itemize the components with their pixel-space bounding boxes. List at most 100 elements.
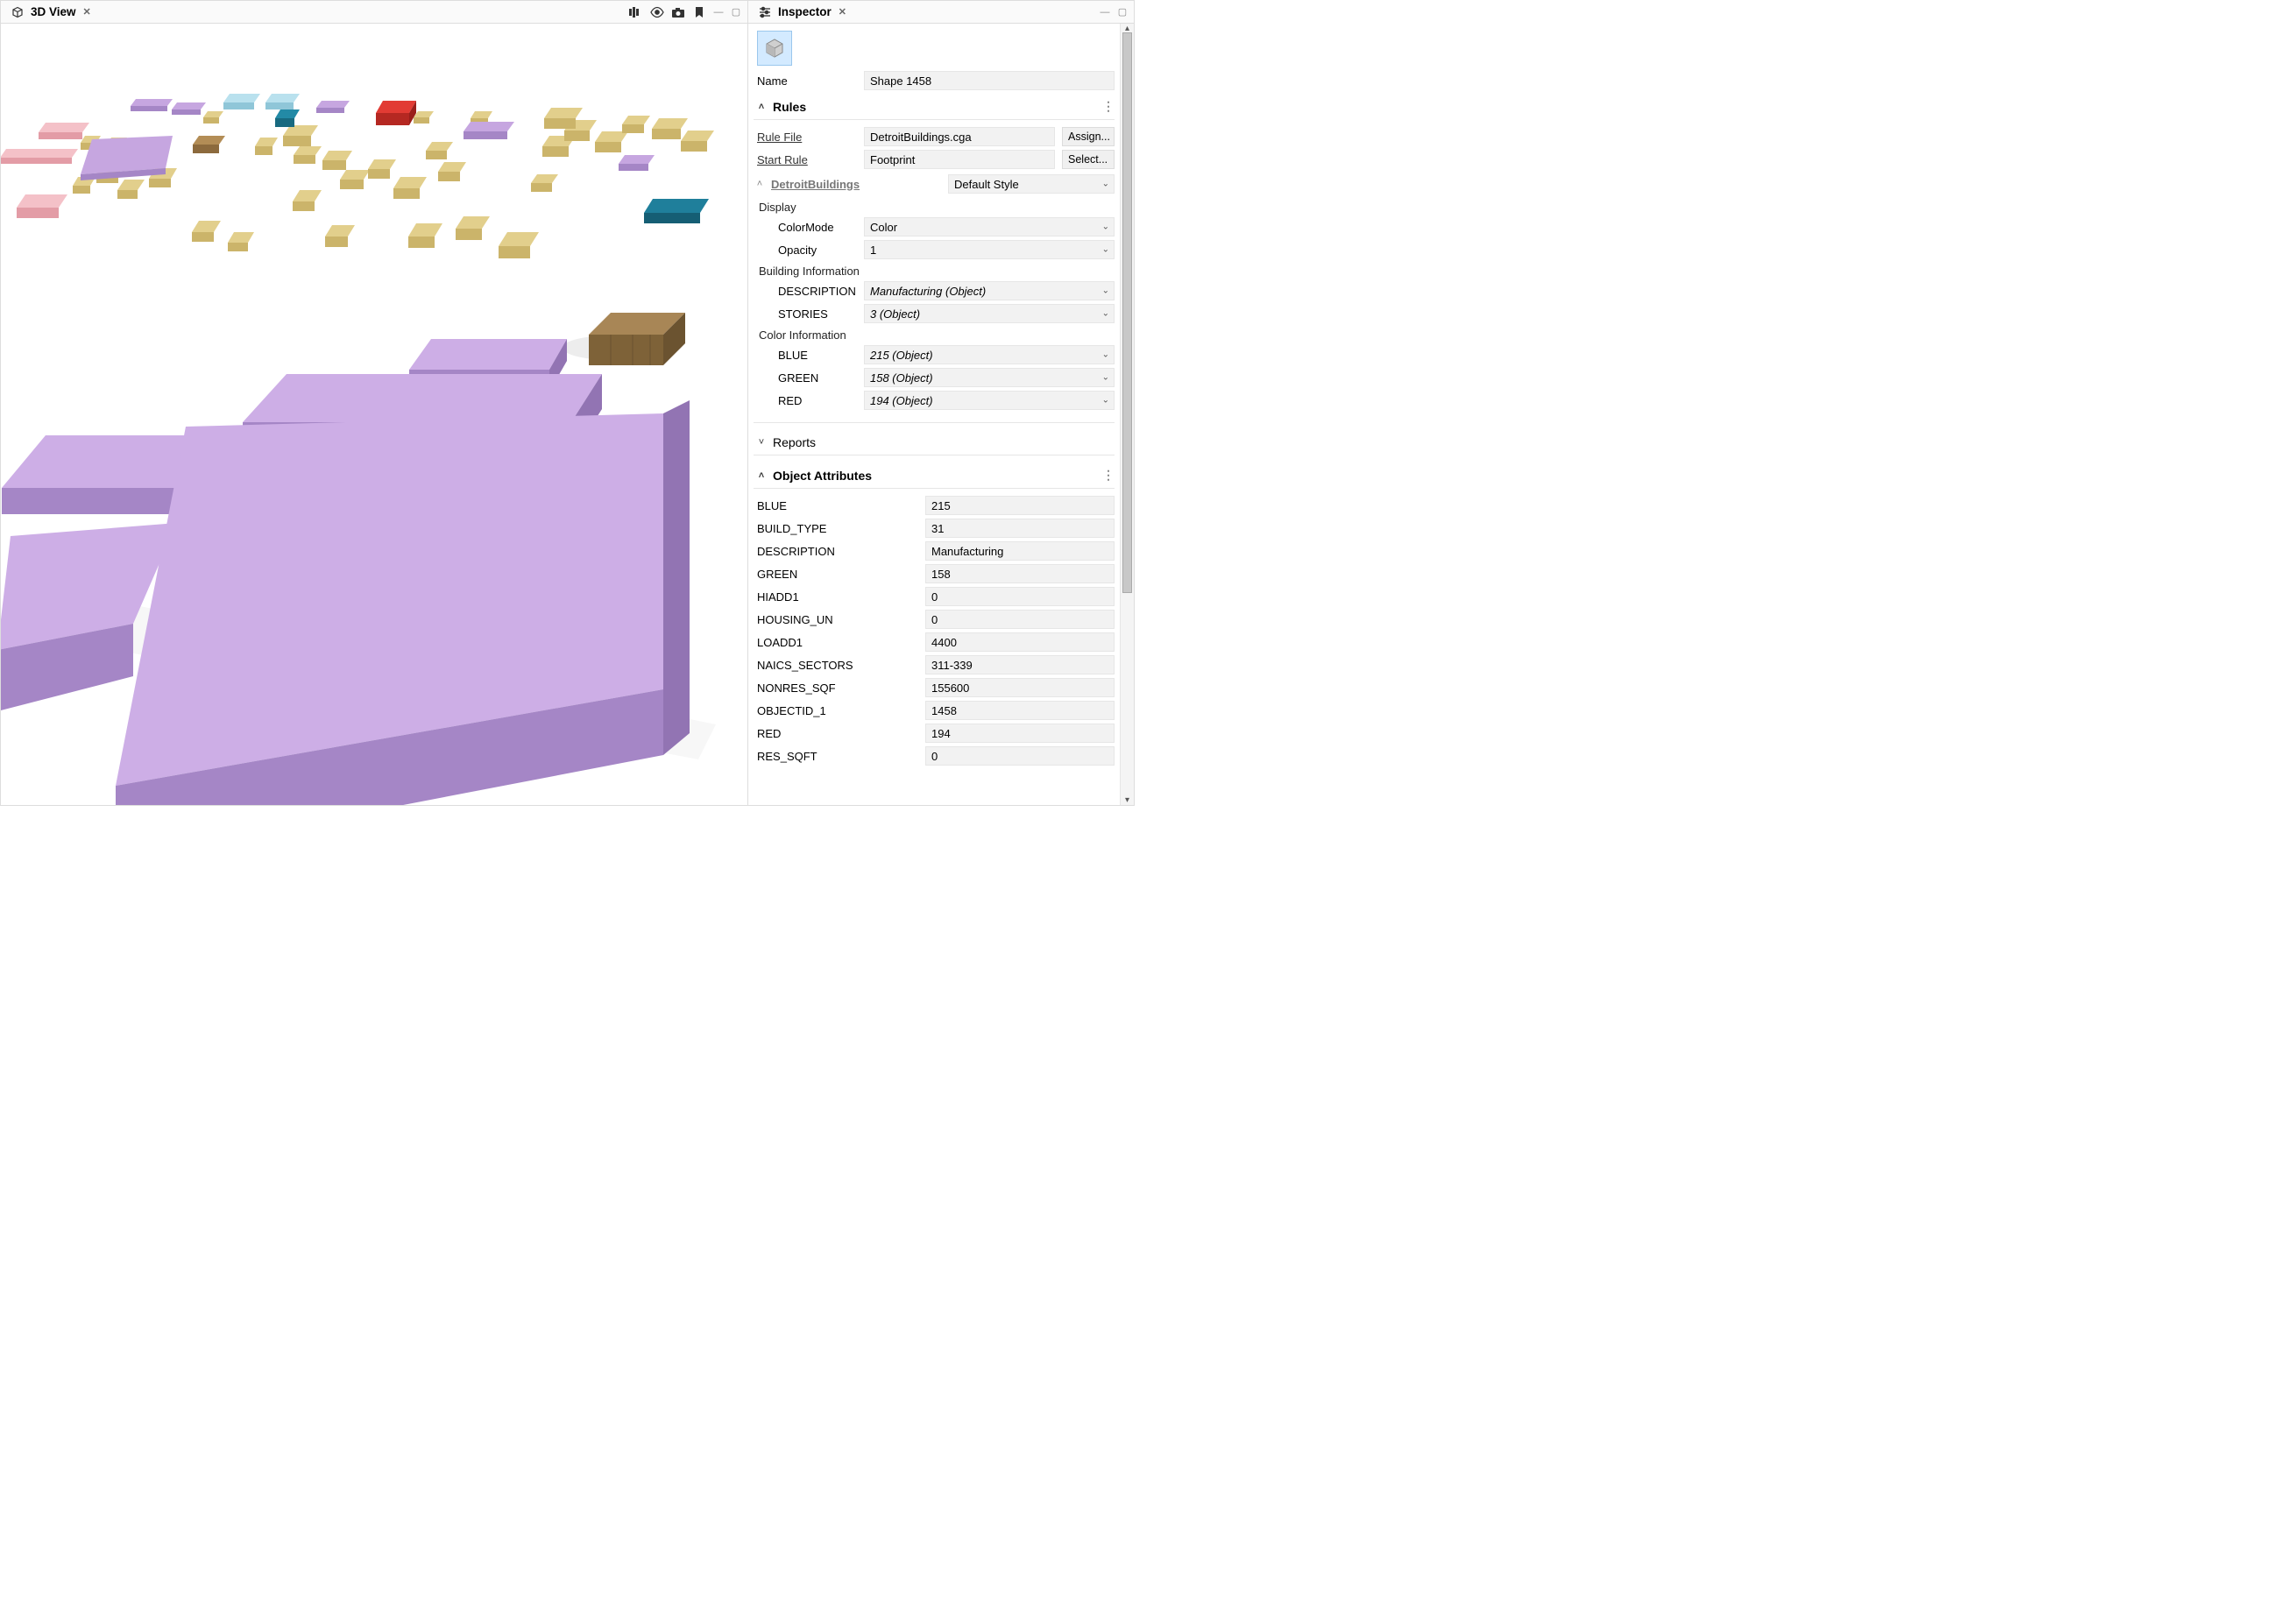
obj-attr-value[interactable]: 31 [925, 519, 1115, 538]
caret-down-icon: ˅ [755, 437, 768, 448]
3d-view-panel: 3D View ✕ — ▢ [1, 1, 748, 805]
obj-attr-key: BUILD_TYPE [754, 522, 918, 535]
obj-attr-key: HIADD1 [754, 590, 918, 604]
description-label: DESCRIPTION [754, 285, 857, 298]
obj-attr-key: GREEN [754, 568, 918, 581]
close-icon[interactable]: ✕ [83, 6, 91, 18]
opacity-label: Opacity [754, 244, 857, 257]
display-group-header: Display [754, 197, 1115, 215]
obj-attr-value[interactable]: 0 [925, 746, 1115, 766]
inspector-scroll[interactable]: Name Shape 1458 ˄ Rules ⋮ Rule File Detr… [748, 24, 1120, 805]
rule-group-link[interactable]: DetroitBuildings [771, 178, 860, 191]
obj-attr-value[interactable]: 311-339 [925, 655, 1115, 674]
rule-file-label[interactable]: Rule File [754, 131, 857, 144]
red-label: RED [754, 394, 857, 407]
chevron-down-icon: ⌄ [1102, 373, 1109, 383]
obj-attr-value[interactable]: Manufacturing [925, 541, 1115, 561]
caret-up-icon: ˄ [755, 470, 768, 481]
minimize-icon[interactable]: — [1099, 6, 1111, 18]
obj-attr-value[interactable]: 194 [925, 724, 1115, 743]
cube-icon [10, 4, 25, 20]
chevron-down-icon: ⌄ [1102, 180, 1109, 189]
assign-button[interactable]: Assign... [1062, 127, 1115, 146]
obj-attr-row: LOADD1 4400 [754, 631, 1115, 653]
camera-icon[interactable] [670, 4, 686, 20]
obj-attr-value[interactable]: 4400 [925, 632, 1115, 652]
scroll-down-arrow[interactable]: ▾ [1121, 795, 1134, 805]
obj-attr-key: HOUSING_UN [754, 613, 918, 626]
obj-attr-section-header[interactable]: ˄ Object Attributes ⋮ [754, 461, 1115, 486]
obj-attr-row: RES_SQFT 0 [754, 745, 1115, 767]
obj-attr-key: NONRES_SQF [754, 681, 918, 695]
chevron-down-icon: ⌄ [1102, 396, 1109, 406]
obj-attr-value[interactable]: 158 [925, 564, 1115, 583]
name-label: Name [754, 74, 857, 88]
select-button[interactable]: Select... [1062, 150, 1115, 169]
start-rule-input[interactable]: Footprint [864, 150, 1055, 169]
obj-attr-row: NONRES_SQF 155600 [754, 676, 1115, 699]
obj-attr-value[interactable]: 215 [925, 496, 1115, 515]
color-info-group-header: Color Information [754, 325, 1115, 343]
blue-dropdown[interactable]: 215 (Object)⌄ [864, 345, 1115, 364]
eye-icon[interactable] [649, 4, 665, 20]
obj-attr-row: GREEN 158 [754, 562, 1115, 585]
shape-type-icon[interactable] [757, 31, 792, 66]
obj-attr-value[interactable]: 155600 [925, 678, 1115, 697]
close-icon[interactable]: ✕ [839, 6, 846, 18]
name-input[interactable]: Shape 1458 [864, 71, 1115, 90]
scrollbar-thumb[interactable] [1122, 32, 1132, 593]
3d-view-tab[interactable]: 3D View ✕ [6, 3, 95, 22]
panels-icon[interactable] [628, 4, 644, 20]
start-rule-label[interactable]: Start Rule [754, 153, 857, 166]
chevron-down-icon: ⌄ [1102, 245, 1109, 255]
chevron-down-icon: ⌄ [1102, 286, 1109, 296]
obj-attr-row: HIADD1 0 [754, 585, 1115, 608]
green-dropdown[interactable]: 158 (Object)⌄ [864, 368, 1115, 387]
style-dropdown[interactable]: Default Style⌄ [948, 174, 1115, 194]
chevron-down-icon: ⌄ [1102, 222, 1109, 232]
sliders-icon [757, 4, 773, 20]
3d-view-tabbar: 3D View ✕ — ▢ [1, 1, 747, 24]
bookmark-icon[interactable] [691, 4, 707, 20]
menu-dots-icon[interactable]: ⋮ [1102, 99, 1113, 114]
obj-attr-row: BLUE 215 [754, 494, 1115, 517]
menu-dots-icon[interactable]: ⋮ [1102, 468, 1113, 483]
obj-attr-value[interactable]: 0 [925, 587, 1115, 606]
maximize-icon[interactable]: ▢ [730, 6, 742, 18]
caret-up-icon: ˄ [755, 102, 768, 112]
obj-attr-value[interactable]: 0 [925, 610, 1115, 629]
building-info-group-header: Building Information [754, 261, 1115, 279]
obj-attr-key: RES_SQFT [754, 750, 918, 763]
obj-attr-row: NAICS_SECTORS311-339 [754, 653, 1115, 676]
obj-attr-key: LOADD1 [754, 636, 918, 649]
rules-section-header[interactable]: ˄ Rules ⋮ [754, 92, 1115, 117]
obj-attr-row: BUILD_TYPE 31 [754, 517, 1115, 540]
minimize-icon[interactable]: — [712, 6, 725, 18]
stories-dropdown[interactable]: 3 (Object)⌄ [864, 304, 1115, 323]
chevron-down-icon: ⌄ [1102, 350, 1109, 360]
obj-attr-key: DESCRIPTION [754, 545, 918, 558]
chevron-down-icon: ⌄ [1102, 309, 1109, 319]
red-dropdown[interactable]: 194 (Object)⌄ [864, 391, 1115, 410]
obj-attr-value[interactable]: 1458 [925, 701, 1115, 720]
obj-attr-row: DESCRIPTION Manufacturing [754, 540, 1115, 562]
3d-viewport[interactable] [1, 24, 747, 805]
obj-attr-row: OBJECTID_1 1458 [754, 699, 1115, 722]
obj-attr-key: BLUE [754, 499, 918, 512]
inspector-tabbar: Inspector ✕ — ▢ [748, 1, 1134, 24]
green-label: GREEN [754, 371, 857, 385]
maximize-icon[interactable]: ▢ [1116, 6, 1129, 18]
rule-file-input[interactable]: DetroitBuildings.cga [864, 127, 1055, 146]
reports-section-header[interactable]: ˅ Reports [754, 428, 1115, 453]
inspector-panel: Inspector ✕ — ▢ [748, 1, 1134, 805]
obj-attr-row: HOUSING_UN 0 [754, 608, 1115, 631]
colormode-dropdown[interactable]: Color⌄ [864, 217, 1115, 237]
caret-up-icon[interactable]: ˄ [754, 179, 766, 189]
inspector-tab[interactable]: Inspector ✕ [754, 3, 850, 22]
obj-attr-key: RED [754, 727, 918, 740]
inspector-scrollbar[interactable]: ▴ ▾ [1120, 24, 1134, 805]
description-dropdown[interactable]: Manufacturing (Object)⌄ [864, 281, 1115, 300]
opacity-dropdown[interactable]: 1⌄ [864, 240, 1115, 259]
colormode-label: ColorMode [754, 221, 857, 234]
obj-attr-key: OBJECTID_1 [754, 704, 918, 717]
